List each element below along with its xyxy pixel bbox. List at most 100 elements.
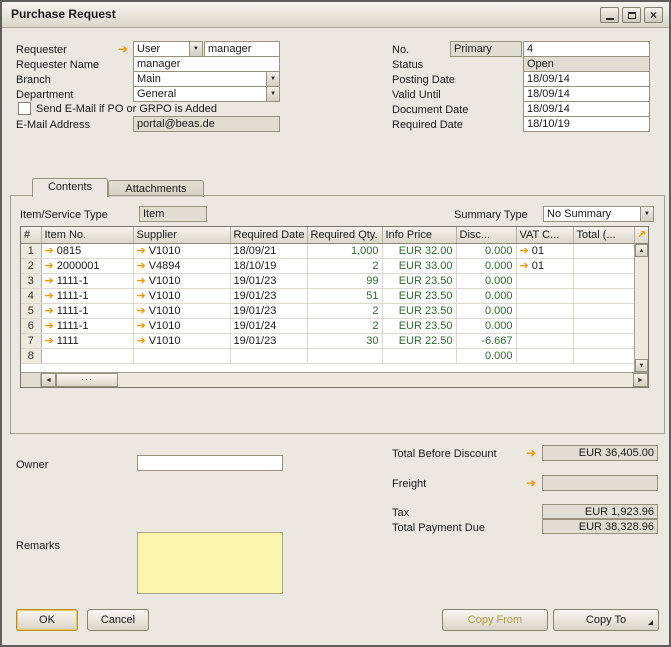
required-date-cell[interactable]: 19/01/23 xyxy=(230,303,307,318)
required-qty-cell[interactable]: 1,000 xyxy=(307,243,382,258)
branch-combo[interactable]: Main ▼ xyxy=(133,71,280,87)
link-arrow-icon[interactable]: ➔ xyxy=(137,304,146,317)
row-number-cell[interactable]: 1 xyxy=(21,243,41,258)
required-date-cell[interactable] xyxy=(230,348,307,363)
info-price-cell[interactable]: EUR 23.50 xyxy=(382,303,456,318)
required-qty-cell[interactable] xyxy=(307,348,382,363)
link-arrow-icon[interactable]: ➔ xyxy=(137,289,146,302)
supplier-cell[interactable] xyxy=(133,348,230,363)
supplier-cell[interactable]: ➔V1010 xyxy=(133,318,230,333)
ok-button[interactable]: OK xyxy=(16,609,78,631)
required-qty-cell[interactable]: 99 xyxy=(307,273,382,288)
required-qty-cell[interactable]: 2 xyxy=(307,318,382,333)
vat-cell[interactable] xyxy=(516,348,573,363)
supplier-cell[interactable]: ➔V1010 xyxy=(133,333,230,348)
required-date-cell[interactable]: 19/01/23 xyxy=(230,288,307,303)
total-cell[interactable] xyxy=(573,258,634,273)
row-number-cell[interactable]: 4 xyxy=(21,288,41,303)
restore-button[interactable] xyxy=(622,7,641,23)
document-date-field[interactable]: 18/09/14 xyxy=(523,101,650,117)
info-price-cell[interactable]: EUR 22.50 xyxy=(382,333,456,348)
requester-name-field[interactable]: manager xyxy=(133,56,280,72)
column-header[interactable]: Disc... xyxy=(456,227,516,243)
link-arrow-icon[interactable]: ➔ xyxy=(45,304,54,317)
info-price-cell[interactable]: EUR 32.00 xyxy=(382,243,456,258)
vat-cell[interactable] xyxy=(516,303,573,318)
required-date-field[interactable]: 18/10/19 xyxy=(523,116,650,132)
discount-cell[interactable]: 0.000 xyxy=(456,273,516,288)
info-price-cell[interactable]: EUR 23.50 xyxy=(382,273,456,288)
supplier-cell[interactable]: ➔V1010 xyxy=(133,288,230,303)
scroll-right-button[interactable]: ► xyxy=(633,373,648,387)
total-cell[interactable] xyxy=(573,303,634,318)
link-arrow-icon[interactable]: ➔ xyxy=(137,334,146,347)
vat-cell[interactable] xyxy=(516,318,573,333)
vat-cell[interactable]: ➔01 xyxy=(516,243,573,258)
supplier-cell[interactable]: ➔V1010 xyxy=(133,303,230,318)
row-number-cell[interactable]: 8 xyxy=(21,348,41,363)
item-no-cell[interactable]: ➔1111 xyxy=(41,333,133,348)
total-cell[interactable] xyxy=(573,333,634,348)
item-no-cell[interactable]: ➔2000001 xyxy=(41,258,133,273)
item-no-cell[interactable]: ➔1111-1 xyxy=(41,273,133,288)
column-header[interactable]: Item No. xyxy=(41,227,133,243)
info-price-cell[interactable] xyxy=(382,348,456,363)
vat-cell[interactable] xyxy=(516,273,573,288)
link-arrow-icon[interactable]: ➔ xyxy=(45,289,54,302)
doc-no-field[interactable]: 4 xyxy=(523,41,650,57)
supplier-cell[interactable]: ➔V1010 xyxy=(133,273,230,288)
discount-cell[interactable]: 0.000 xyxy=(456,243,516,258)
vertical-scrollbar[interactable]: ▲ ▼ xyxy=(634,244,648,372)
info-price-cell[interactable]: EUR 23.50 xyxy=(382,288,456,303)
required-date-cell[interactable]: 18/09/21 xyxy=(230,243,307,258)
minimize-button[interactable] xyxy=(600,7,619,23)
required-qty-cell[interactable]: 2 xyxy=(307,258,382,273)
link-arrow-icon[interactable]: ➔ xyxy=(137,259,146,272)
link-arrow-icon[interactable]: ➔ xyxy=(137,244,146,257)
supplier-cell[interactable]: ➔V4894 xyxy=(133,258,230,273)
posting-date-field[interactable]: 18/09/14 xyxy=(523,71,650,87)
vat-cell[interactable] xyxy=(516,288,573,303)
discount-cell[interactable]: 0.000 xyxy=(456,318,516,333)
department-combo[interactable]: General ▼ xyxy=(133,86,280,102)
required-qty-cell[interactable]: 2 xyxy=(307,303,382,318)
item-no-cell[interactable]: ➔1111-1 xyxy=(41,303,133,318)
column-header[interactable]: Required Qty. xyxy=(307,227,382,243)
horizontal-scrollbar[interactable]: ◄ ··· ► xyxy=(21,372,648,387)
tab-contents[interactable]: Contents xyxy=(32,178,108,197)
discount-cell[interactable]: 0.000 xyxy=(456,258,516,273)
required-date-cell[interactable]: 19/01/23 xyxy=(230,273,307,288)
row-number-cell[interactable]: 6 xyxy=(21,318,41,333)
link-arrow-icon[interactable]: ➔ xyxy=(45,319,54,332)
link-arrow-icon[interactable]: ➔ xyxy=(520,259,529,272)
total-cell[interactable] xyxy=(573,243,634,258)
scrollbar-thumb[interactable]: ··· xyxy=(56,373,118,387)
column-header[interactable]: Supplier xyxy=(133,227,230,243)
scroll-left-button[interactable]: ◄ xyxy=(41,373,56,387)
discount-cell[interactable]: 0.000 xyxy=(456,303,516,318)
item-no-cell[interactable] xyxy=(41,348,133,363)
required-date-cell[interactable]: 19/01/23 xyxy=(230,333,307,348)
total-cell[interactable] xyxy=(573,348,634,363)
item-no-cell[interactable]: ➔1111-1 xyxy=(41,318,133,333)
remarks-textarea[interactable] xyxy=(137,532,283,594)
link-arrow-icon[interactable]: ➔ xyxy=(137,319,146,332)
row-number-cell[interactable]: 3 xyxy=(21,273,41,288)
required-qty-cell[interactable]: 30 xyxy=(307,333,382,348)
total-cell[interactable] xyxy=(573,273,634,288)
link-arrow-icon[interactable]: ➔ xyxy=(526,447,536,460)
item-no-cell[interactable]: ➔0815 xyxy=(41,243,133,258)
link-arrow-icon[interactable]: ➔ xyxy=(520,244,529,257)
freight-field[interactable] xyxy=(542,475,658,491)
column-header[interactable]: # xyxy=(21,227,41,243)
scrollbar-track[interactable] xyxy=(118,373,633,387)
send-email-checkbox[interactable] xyxy=(18,102,31,115)
row-number-cell[interactable]: 2 xyxy=(21,258,41,273)
vat-cell[interactable]: ➔01 xyxy=(516,258,573,273)
close-button[interactable]: × xyxy=(644,7,663,23)
link-arrow-icon[interactable]: ➔ xyxy=(118,43,128,56)
total-cell[interactable] xyxy=(573,318,634,333)
discount-cell[interactable]: 0.000 xyxy=(456,288,516,303)
link-arrow-icon[interactable]: ➔ xyxy=(45,259,54,272)
dropdown-icon[interactable]: ▼ xyxy=(640,207,653,221)
